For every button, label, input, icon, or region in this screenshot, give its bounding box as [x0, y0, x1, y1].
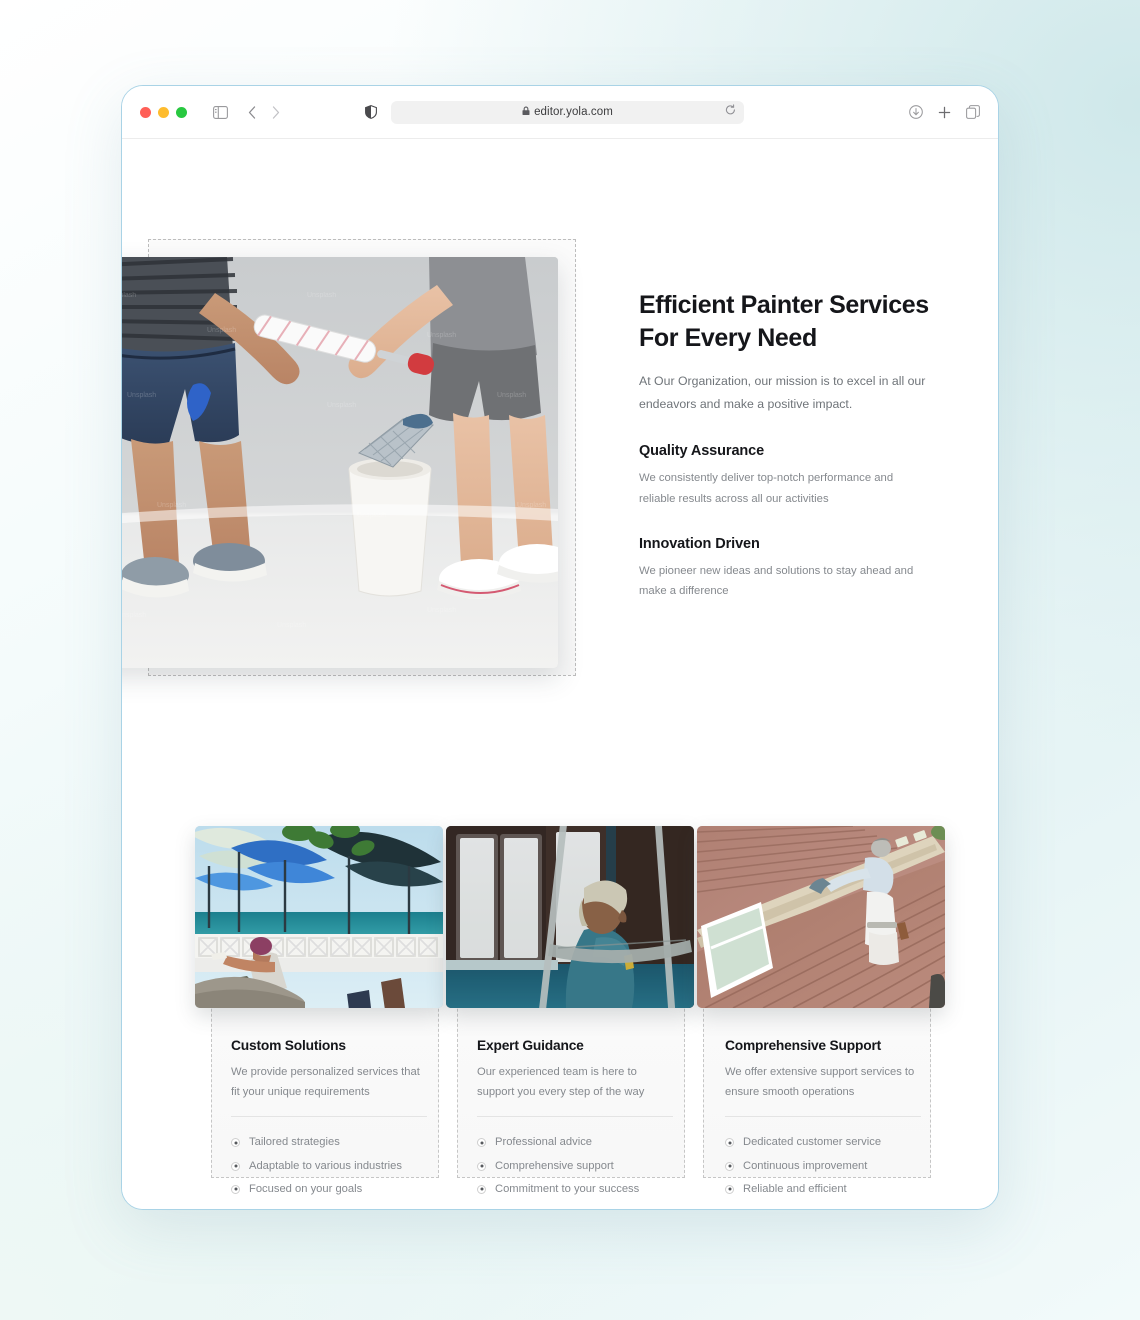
forward-arrow-icon[interactable]	[272, 105, 280, 119]
hero-text-block: Efficient Painter Services For Every Nee…	[639, 289, 939, 602]
list-item: Continuous improvement	[725, 1155, 921, 1178]
list-item-label: Commitment to your success	[495, 1182, 640, 1195]
address-bar[interactable]: editor.yola.com	[391, 100, 744, 124]
svg-text:Unsplash: Unsplash	[157, 502, 186, 509]
list-item: Comprehensive support	[477, 1155, 673, 1178]
card-title: Custom Solutions	[231, 1038, 346, 1053]
svg-text:Unsplash: Unsplash	[517, 502, 546, 509]
card-divider	[231, 1116, 427, 1118]
url-label: editor.yola.com	[534, 106, 613, 118]
list-item-label: Tailored strategies	[249, 1136, 340, 1149]
list-item: Adaptable to various industries	[231, 1155, 427, 1178]
browser-toolbar: editor.yola.com	[122, 86, 998, 139]
bullet-icon	[725, 1184, 734, 1194]
card-image[interactable]	[446, 826, 694, 1008]
tab-overview-icon[interactable]	[966, 105, 980, 119]
svg-text:Unsplash: Unsplash	[427, 332, 456, 339]
bullet-icon	[725, 1138, 734, 1148]
feature-quality-assurance: Quality Assurance We consistently delive…	[639, 443, 939, 509]
svg-text:Unsplash: Unsplash	[497, 392, 526, 399]
navigation-arrows[interactable]	[248, 105, 280, 119]
card-description: We offer extensive support services to e…	[725, 1066, 915, 1099]
list-item-label: Focused on your goals	[249, 1182, 363, 1195]
feature-title: Quality Assurance	[639, 443, 765, 460]
list-item-label: Reliable and efficient	[743, 1182, 847, 1195]
list-item: Commitment to your success	[477, 1178, 673, 1201]
list-item: Tailored strategies	[231, 1131, 427, 1154]
card-image[interactable]	[195, 826, 443, 1008]
card-description: Our experienced team is here to support …	[477, 1066, 645, 1099]
list-item: Reliable and efficient	[725, 1178, 921, 1201]
card-title: Expert Guidance	[477, 1038, 584, 1053]
card-feature-list: Tailored strategies Adaptable to various…	[231, 1131, 427, 1201]
url-text-group: editor.yola.com	[522, 106, 613, 119]
hero-image[interactable]: Unsplash Unsplash Unsplash Unsplash Unspla…	[121, 257, 558, 668]
svg-text:Unsplash: Unsplash	[127, 392, 156, 399]
back-arrow-icon[interactable]	[248, 105, 256, 119]
card-divider	[477, 1116, 673, 1118]
toolbar-right-actions	[909, 105, 980, 119]
hero-subtitle: At Our Organization, our mission is to e…	[639, 374, 926, 411]
svg-text:Unsplash: Unsplash	[307, 292, 336, 299]
hero-title-line-2: For Every Need	[639, 323, 817, 352]
plus-icon[interactable]	[938, 106, 951, 119]
svg-text:Unsplash: Unsplash	[277, 622, 306, 629]
svg-text:Unsplash: Unsplash	[121, 612, 146, 619]
feature-body: We pioneer new ideas and solutions to st…	[639, 564, 914, 598]
sidebar-toggle-icon[interactable]	[213, 105, 228, 119]
bullet-icon	[231, 1138, 240, 1148]
list-item-label: Professional advice	[495, 1136, 593, 1149]
bullet-icon	[477, 1184, 486, 1194]
list-item-label: Continuous improvement	[743, 1159, 868, 1172]
bullet-icon	[725, 1161, 734, 1171]
bullet-icon	[231, 1184, 240, 1194]
card-description: We provide personalized services that fi…	[231, 1066, 420, 1099]
card-divider	[725, 1116, 921, 1118]
bullet-icon	[477, 1161, 486, 1171]
card-title: Comprehensive Support	[725, 1038, 882, 1053]
feature-title: Innovation Driven	[639, 535, 760, 552]
reload-icon[interactable]	[725, 103, 736, 121]
card-feature-list: Professional advice Comprehensive suppor…	[477, 1131, 673, 1201]
browser-window: editor.yola.com lash Unsplash Unsplash U…	[121, 85, 999, 1210]
card-content: Comprehensive Support We offer extensive…	[725, 1038, 921, 1209]
bullet-icon	[231, 1161, 240, 1171]
list-item-label: Comprehensive support	[495, 1159, 614, 1172]
svg-text:Unsplash: Unsplash	[357, 512, 386, 519]
list-item: Dedicated customer service	[725, 1131, 921, 1154]
download-icon[interactable]	[909, 105, 923, 119]
bullet-icon	[477, 1138, 486, 1148]
close-window-button[interactable]	[140, 106, 151, 118]
list-item: Professional advice	[477, 1131, 673, 1154]
feature-body: We consistently deliver top-notch perfor…	[639, 472, 894, 506]
svg-text:Unsplash: Unsplash	[121, 292, 136, 299]
hero-title-line-1: Efficient Painter Services	[639, 291, 929, 319]
card-content: Custom Solutions We provide personalized…	[231, 1038, 427, 1209]
feature-innovation-driven: Innovation Driven We pioneer new ideas a…	[639, 536, 939, 602]
window-controls[interactable]	[140, 106, 187, 118]
page-title: Efficient Painter Services For Every Nee…	[639, 289, 939, 354]
editor-canvas: Unsplash Unsplash Unsplash Unsplash Unspla…	[121, 139, 998, 1209]
minimize-window-button[interactable]	[158, 106, 169, 118]
list-item: Focused on your goals	[231, 1178, 427, 1201]
list-item-label: Dedicated customer service	[743, 1136, 882, 1149]
lock-icon	[522, 106, 530, 119]
list-item-label: Adaptable to various industries	[249, 1159, 402, 1172]
svg-text:Unsplash: Unsplash	[207, 327, 236, 334]
card-image[interactable]	[697, 826, 945, 1008]
maximize-window-button[interactable]	[176, 106, 187, 118]
svg-text:Unsplash: Unsplash	[427, 607, 456, 614]
privacy-shield-icon[interactable]	[365, 105, 377, 119]
svg-text:Unsplash: Unsplash	[327, 402, 356, 409]
card-feature-list: Dedicated customer service Continuous im…	[725, 1131, 921, 1201]
card-content: Expert Guidance Our experienced team is …	[477, 1038, 673, 1209]
